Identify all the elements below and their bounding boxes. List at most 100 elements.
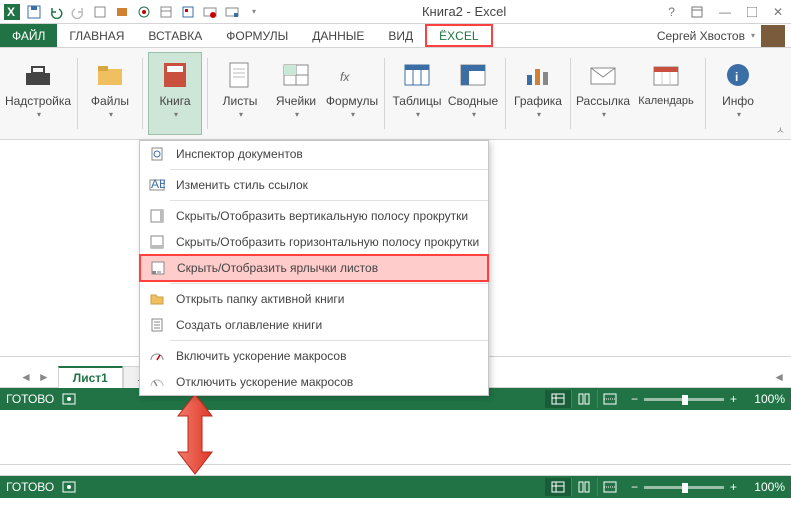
pivot-icon	[457, 59, 489, 91]
ribbon-mail-button[interactable]: Рассылка▾	[576, 52, 630, 135]
ribbon-formulas-button[interactable]: fx Формулы▾	[325, 52, 379, 135]
zoom-control: − + 100%	[631, 392, 785, 406]
cells-icon	[280, 59, 312, 91]
qat-icon-2[interactable]	[112, 2, 132, 22]
maximize-icon[interactable]	[743, 7, 761, 17]
ribbon-addon-button[interactable]: Надстройка▾	[4, 52, 72, 135]
view-buttons	[545, 390, 623, 408]
zoom-control-2: − + 100%	[631, 480, 785, 494]
menu-speed-on[interactable]: Включить ускорение макросов	[140, 343, 488, 369]
menu-speed-off[interactable]: Отключить ускорение макросов	[140, 369, 488, 395]
ribbon-cells-button[interactable]: Ячейки▾	[269, 52, 323, 135]
tab-file[interactable]: ФАЙЛ	[0, 24, 57, 47]
ribbon-display-icon[interactable]	[687, 6, 707, 18]
avatar	[761, 25, 785, 47]
undo-icon[interactable]	[46, 2, 66, 22]
hscroll-track-bottom[interactable]	[0, 464, 791, 476]
qat-icon-3[interactable]	[134, 2, 154, 22]
save-icon[interactable]	[24, 2, 44, 22]
qat-icon-4[interactable]	[156, 2, 176, 22]
sheet-nav-left-icon[interactable]: ◄	[20, 370, 32, 384]
collapse-ribbon-icon[interactable]: ㅅ	[776, 122, 785, 137]
zoom-out-icon[interactable]: −	[631, 392, 638, 406]
folder-icon	[94, 59, 126, 91]
svg-text:ABC: ABC	[151, 177, 165, 191]
ribbon-info-button[interactable]: i Инфо▾	[711, 52, 765, 135]
info-icon: i	[722, 59, 754, 91]
zoom-slider[interactable]	[644, 398, 724, 401]
hscroll-left-icon[interactable]: ◄	[773, 370, 785, 384]
toolbox-icon	[22, 59, 54, 91]
view-layout-icon-2[interactable]	[571, 478, 597, 496]
mail-icon	[587, 59, 619, 91]
menu-sheet-tabs[interactable]: Скрыть/Отобразить ярлычки листов	[139, 254, 489, 282]
qat-icon-7[interactable]	[222, 2, 242, 22]
zoom-slider-2[interactable]	[644, 486, 724, 489]
zoom-in-icon-2[interactable]: +	[730, 480, 737, 494]
sheet-icon	[224, 59, 256, 91]
view-pagebreak-icon[interactable]	[597, 390, 623, 408]
minimize-icon[interactable]: —	[715, 5, 735, 19]
window-title: Книга2 - Excel	[264, 4, 664, 19]
view-normal-icon[interactable]	[545, 390, 571, 408]
sheet-nav[interactable]: ◄ ►	[20, 370, 50, 384]
svg-text:fx: fx	[340, 70, 350, 84]
refstyle-icon: ABC	[148, 176, 166, 194]
ribbon-graphics-button[interactable]: Графика▾	[511, 52, 565, 135]
menu-refstyle[interactable]: ABC Изменить стиль ссылок	[140, 172, 488, 198]
zoom-in-icon[interactable]: +	[730, 392, 737, 406]
view-normal-icon-2[interactable]	[545, 478, 571, 496]
view-pagebreak-icon-2[interactable]	[597, 478, 623, 496]
ribbon-tables-button[interactable]: Таблицы▾	[390, 52, 444, 135]
ribbon-pivot-button[interactable]: Сводные▾	[446, 52, 500, 135]
window-controls: ? — ✕	[664, 5, 787, 19]
table-icon	[401, 59, 433, 91]
ribbon-sheets-button[interactable]: Листы▾	[213, 52, 267, 135]
speedometer-icon	[148, 347, 166, 365]
annotation-arrow	[170, 392, 220, 476]
zoom-percent-2[interactable]: 100%	[743, 480, 785, 494]
ribbon-tabs: ФАЙЛ ГЛАВНАЯ ВСТАВКА ФОРМУЛЫ ДАННЫЕ ВИД …	[0, 24, 791, 48]
help-icon[interactable]: ?	[664, 5, 679, 19]
zoom-out-icon-2[interactable]: −	[631, 480, 638, 494]
user-area[interactable]: Сергей Хвостов ▾	[651, 24, 791, 47]
view-buttons-2	[545, 478, 623, 496]
menu-inspector[interactable]: Инспектор документов	[140, 141, 488, 167]
qat-icon-1[interactable]	[90, 2, 110, 22]
excel-app-icon: X	[4, 4, 20, 20]
menu-open-folder[interactable]: Открыть папку активной книги	[140, 286, 488, 312]
zoom-percent[interactable]: 100%	[743, 392, 785, 406]
tab-view[interactable]: ВИД	[376, 24, 425, 47]
folder-open-icon	[148, 290, 166, 308]
ribbon-files-button[interactable]: Файлы▾	[83, 52, 137, 135]
macro-record-icon[interactable]	[62, 393, 76, 405]
ribbon-calendar-button[interactable]: Календарь	[632, 52, 700, 135]
calendar-icon	[650, 59, 682, 91]
tab-insert[interactable]: ВСТАВКА	[136, 24, 214, 47]
macro-record-icon-2[interactable]	[62, 481, 76, 493]
tab-home[interactable]: ГЛАВНАЯ	[57, 24, 136, 47]
menu-toc[interactable]: Создать оглавление книги	[140, 312, 488, 338]
toc-icon	[148, 316, 166, 334]
view-layout-icon[interactable]	[571, 390, 597, 408]
menu-hscroll[interactable]: Скрыть/Отобразить горизонтальную полосу …	[140, 229, 488, 255]
ribbon-book-button[interactable]: Книга▾	[148, 52, 202, 135]
qat-icon-5[interactable]	[178, 2, 198, 22]
chart-icon	[522, 59, 554, 91]
sheet-nav-right-icon[interactable]: ►	[38, 370, 50, 384]
qat-icon-6[interactable]	[200, 2, 220, 22]
menu-vscroll[interactable]: Скрыть/Отобразить вертикальную полосу пр…	[140, 203, 488, 229]
quick-access-toolbar: ▾	[24, 2, 264, 22]
user-name: Сергей Хвостов	[657, 29, 745, 43]
tab-excel-addin[interactable]: ЁXCEL	[425, 24, 492, 47]
sheet-tab-1[interactable]: Лист1	[58, 366, 123, 388]
svg-text:i: i	[735, 70, 738, 84]
redo-icon[interactable]	[68, 2, 88, 22]
tab-formulas[interactable]: ФОРМУЛЫ	[214, 24, 300, 47]
tab-data[interactable]: ДАННЫЕ	[300, 24, 376, 47]
sheet-tabs-icon	[149, 259, 167, 277]
hscroll-icon	[148, 233, 166, 251]
close-icon[interactable]: ✕	[769, 5, 787, 19]
qat-dropdown-icon[interactable]: ▾	[244, 2, 264, 22]
vscroll-icon	[148, 207, 166, 225]
